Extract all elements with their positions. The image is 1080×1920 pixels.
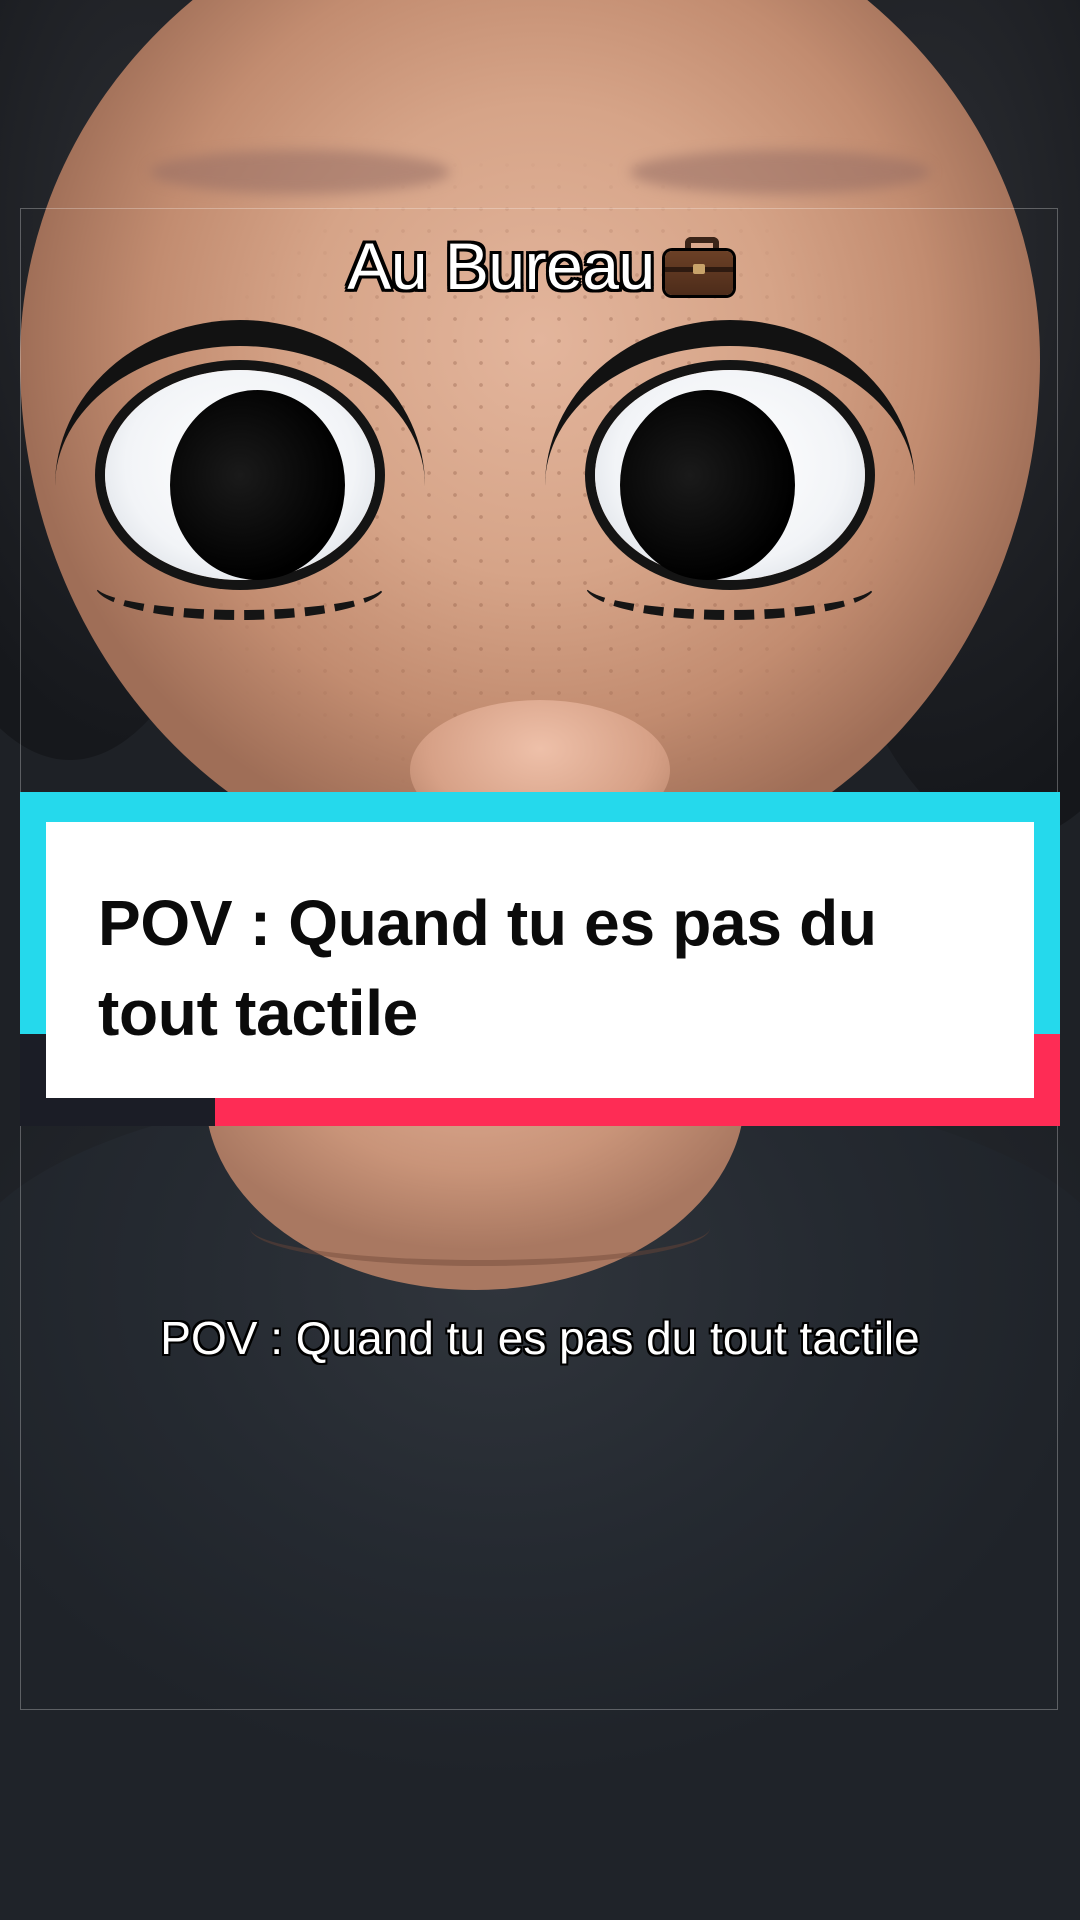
right-brow [630, 150, 930, 194]
subtitle-caption: POV : Quand tu es pas du tout tactile [160, 1312, 920, 1364]
top-caption: Au Bureau [0, 228, 1080, 304]
title-card-text: POV : Quand tu es pas du tout tactile [98, 887, 877, 1049]
left-brow [150, 150, 450, 194]
top-caption-text: Au Bureau [347, 229, 655, 303]
video-frame[interactable]: Au Bureau POV : Quand tu es pas du tout … [0, 0, 1080, 1920]
title-card: POV : Quand tu es pas du tout tactile [46, 822, 1034, 1098]
briefcase-icon [664, 237, 733, 295]
